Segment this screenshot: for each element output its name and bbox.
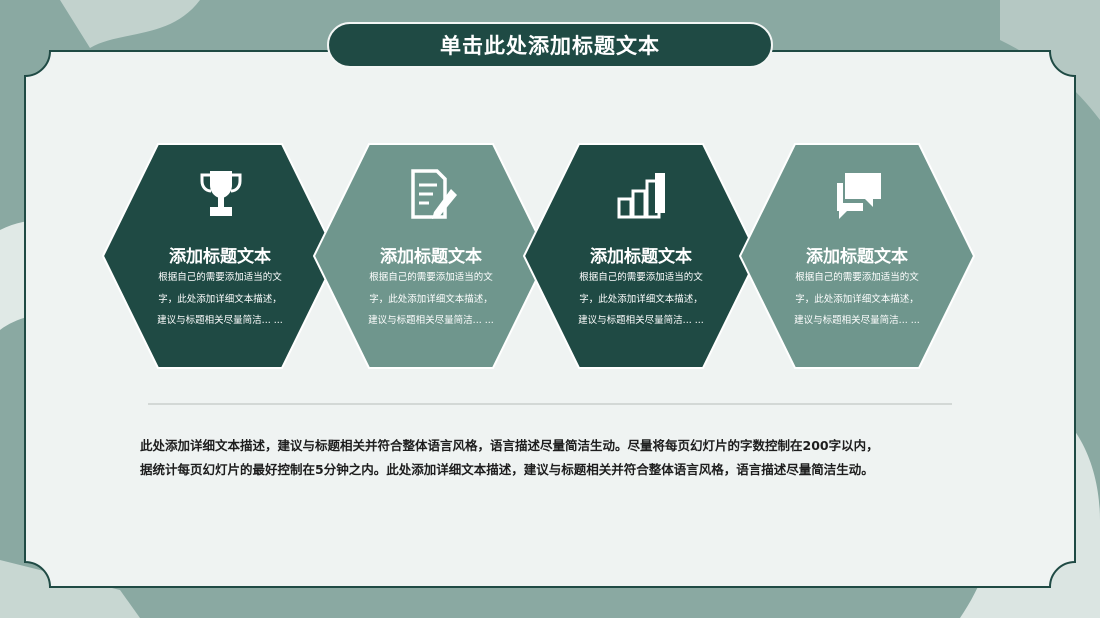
slide-title[interactable]: 单击此处添加标题文本 [327,22,773,68]
card-3[interactable]: 添加标题文本 根据自己的需要添加适当的文字，此处添加详细文本描述，建议与标题相关… [523,143,759,369]
trophy-icon [200,171,242,216]
card-body: 根据自己的需要添加适当的文字，此处添加详细文本描述，建议与标题相关尽量简洁...… [368,272,494,326]
card-body: 根据自己的需要添加适当的文字，此处添加详细文本描述，建议与标题相关尽量简洁...… [578,272,704,326]
card-title: 添加标题文本 [806,247,908,267]
card-body: 根据自己的需要添加适当的文字，此处添加详细文本描述，建议与标题相关尽量简洁...… [794,272,920,326]
divider-line [148,403,952,405]
card-title: 添加标题文本 [169,247,271,267]
card-1[interactable]: 添加标题文本 根据自己的需要添加适当的文字，此处添加详细文本描述，建议与标题相关… [102,143,338,369]
description-text[interactable]: 此处添加详细文本描述，建议与标题相关并符合整体语言风格，语言描述尽量简洁生动。尽… [140,434,980,482]
description-line-2: 据统计每页幻灯片的最好控制在5分钟之内。此处添加详细文本描述，建议与标题相关并符… [140,462,874,477]
card-title: 添加标题文本 [380,247,482,267]
bar-chart-icon [617,173,665,219]
card-4[interactable]: 添加标题文本 根据自己的需要添加适当的文字，此处添加详细文本描述，建议与标题相关… [739,143,975,369]
description-line-1: 此处添加详细文本描述，建议与标题相关并符合整体语言风格，语言描述尽量简洁生动。尽… [140,438,879,453]
card-body: 根据自己的需要添加适当的文字，此处添加详细文本描述，建议与标题相关尽量简洁...… [157,272,283,326]
card-title: 添加标题文本 [590,247,692,267]
card-2[interactable]: 添加标题文本 根据自己的需要添加适当的文字，此处添加详细文本描述，建议与标题相关… [313,143,549,369]
document-pen-icon [411,169,457,219]
chat-bubbles-icon [837,173,881,219]
